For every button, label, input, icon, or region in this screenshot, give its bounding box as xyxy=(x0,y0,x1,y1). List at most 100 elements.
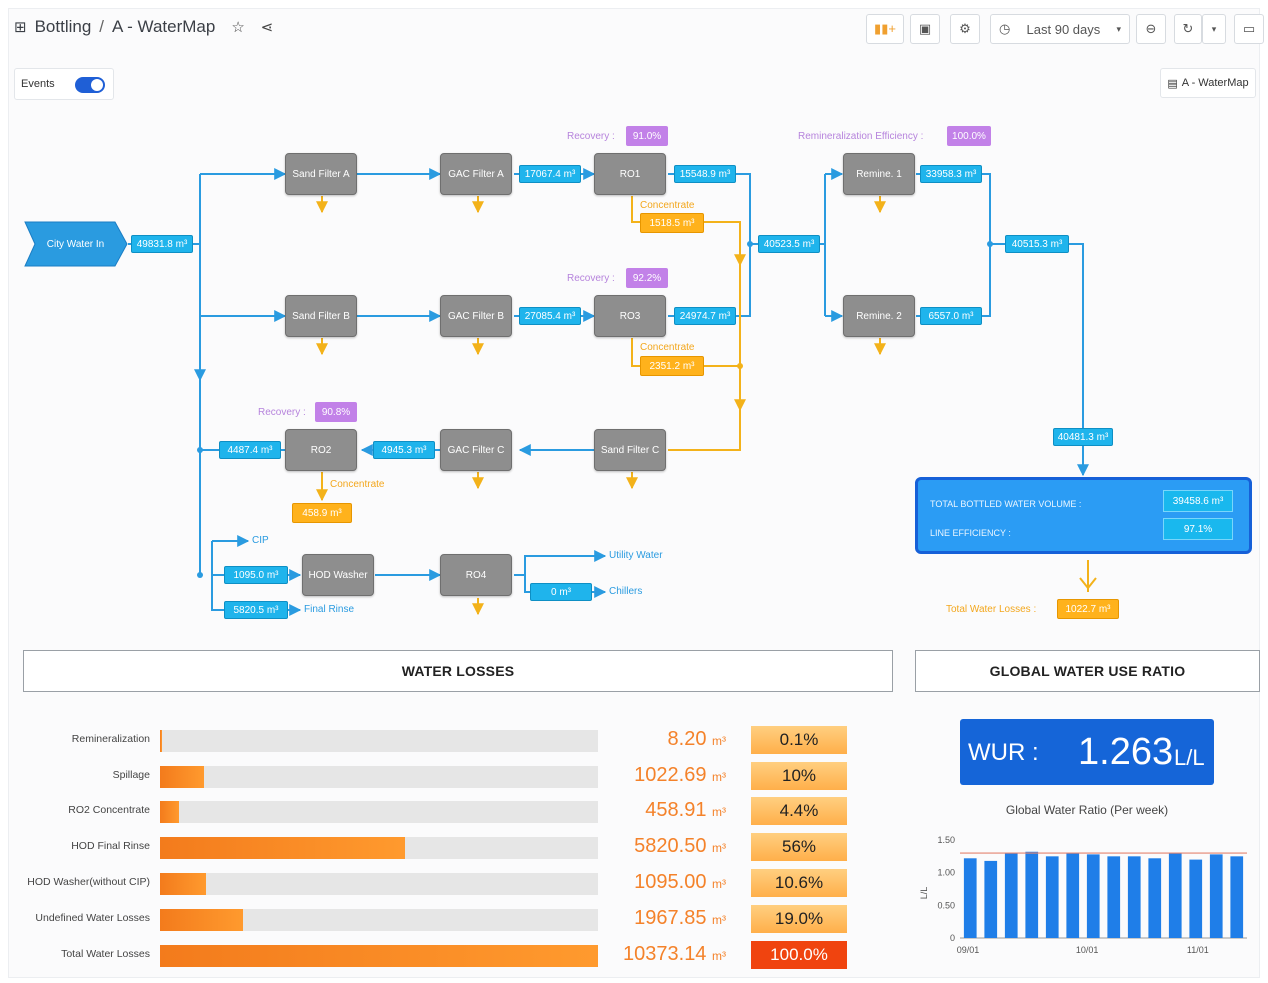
city-water-value: 49831.8 m³ xyxy=(131,235,193,253)
ratio-bar xyxy=(963,858,977,938)
ratio-bar xyxy=(1209,854,1223,938)
loss-percent: 100.0% xyxy=(751,941,847,969)
loss-label: HOD Final Rinse xyxy=(71,840,150,852)
loss-bar-fill xyxy=(160,801,180,823)
remin2-out-value: 6557.0 m³ xyxy=(920,307,982,325)
sand-filter-c[interactable]: Sand Filter C xyxy=(594,429,666,471)
hod-washer[interactable]: HOD Washer xyxy=(302,554,374,596)
y-tick-label: 1.50 xyxy=(937,835,955,845)
loss-bar-track xyxy=(160,873,598,895)
remineralizer-2[interactable]: Remine. 2 xyxy=(843,295,915,337)
ro1-unit[interactable]: RO1 xyxy=(594,153,666,195)
wur-label: WUR : xyxy=(968,739,1039,766)
city-water-in[interactable]: City Water In xyxy=(23,220,128,268)
remin1-out-value: 33958.3 m³ xyxy=(920,165,982,183)
city-water-label: City Water In xyxy=(46,238,105,250)
loss-bar-fill xyxy=(160,945,598,967)
cip-label: CIP xyxy=(252,535,269,546)
loss-label: Spillage xyxy=(112,769,150,781)
loss-bar-fill xyxy=(160,766,204,788)
remin-merge-value: 40515.3 m³ xyxy=(1005,235,1069,253)
ro2-out-value: 4487.4 m³ xyxy=(219,441,281,459)
y-tick-label: 1.00 xyxy=(937,868,955,878)
concentrate-label-mid: Concentrate xyxy=(640,342,695,353)
loss-percent: 19.0% xyxy=(751,905,847,933)
wur-value: 1.263 xyxy=(1078,731,1174,773)
loss-bar-track xyxy=(160,945,598,967)
loss-percent: 4.4% xyxy=(751,797,847,825)
remin-efficiency-value: 100.0% xyxy=(947,126,991,146)
x-tick-label: 09/01 xyxy=(957,945,980,955)
ro4-unit[interactable]: RO4 xyxy=(440,554,512,596)
loss-bar-track xyxy=(160,766,598,788)
loss-row: RO2 Concentrate 458.91 m³ 4.4% xyxy=(20,797,860,825)
recovery-top-value: 91.0% xyxy=(626,126,668,146)
line-efficiency-value: 97.1% xyxy=(1163,518,1233,540)
loss-bar-fill xyxy=(160,909,244,931)
y-tick-label: 0.50 xyxy=(937,900,955,910)
recovery-mid-value: 92.2% xyxy=(626,268,668,288)
loss-percent: 10% xyxy=(751,762,847,790)
loss-value: 8.20 m³ xyxy=(667,728,726,750)
final-rinse-value: 5820.5 m³ xyxy=(224,601,288,619)
ratio-bar xyxy=(1004,853,1018,938)
remineralizer-1[interactable]: Remine. 1 xyxy=(843,153,915,195)
ratio-bar xyxy=(1107,856,1121,938)
loss-row: Total Water Losses 10373.14 m³ 100.0% xyxy=(20,941,860,969)
concentrate-top-value: 1518.5 m³ xyxy=(640,213,704,233)
loss-row: HOD Washer(without CIP) 1095.00 m³ 10.6% xyxy=(20,869,860,897)
gac-filter-b[interactable]: GAC Filter B xyxy=(440,295,512,337)
loss-label: Remineralization xyxy=(71,733,150,745)
loss-percent: 56% xyxy=(751,833,847,861)
loss-value: 5820.50 m³ xyxy=(634,835,726,857)
total-loss-label: Total Water Losses : xyxy=(946,604,1037,615)
global-ratio-title: GLOBAL WATER USE RATIO xyxy=(915,650,1260,692)
gac-filter-a[interactable]: GAC Filter A xyxy=(440,153,512,195)
water-losses-title: WATER LOSSES xyxy=(23,650,893,692)
y-axis-label: L/L xyxy=(919,887,929,900)
ratio-bar xyxy=(1148,858,1162,938)
recovery-label-mid: Recovery : xyxy=(567,273,615,284)
loss-value: 1095.00 m³ xyxy=(634,871,726,893)
loss-percent: 0.1% xyxy=(751,726,847,754)
merge-out-value: 40523.5 m³ xyxy=(758,235,820,253)
ro1-out-value: 15548.9 m³ xyxy=(674,165,736,183)
final-rinse-label: Final Rinse xyxy=(304,604,355,615)
ro2-unit[interactable]: RO2 xyxy=(285,429,357,471)
loss-label: Undefined Water Losses xyxy=(35,912,150,924)
hod-in-value: 1095.0 m³ xyxy=(224,566,288,584)
ratio-chart: 0 0.50 1.00 1.50 L/L 09/01 10/01 11/01 xyxy=(919,835,1247,955)
line-efficiency-label: LINE EFFICIENCY : xyxy=(930,528,1011,538)
loss-bar-fill xyxy=(160,837,406,859)
ro2-in-value: 4945.3 m³ xyxy=(373,441,435,459)
total-loss-value: 1022.7 m³ xyxy=(1057,599,1119,619)
concentrate-label-ro2: Concentrate xyxy=(330,479,385,490)
gac-filter-c[interactable]: GAC Filter C xyxy=(440,429,512,471)
ratio-bar xyxy=(1127,856,1141,938)
bottling-summary-panel: TOTAL BOTTLED WATER VOLUME : 39458.6 m³ … xyxy=(915,477,1252,554)
sand-filter-b[interactable]: Sand Filter B xyxy=(285,295,357,337)
loss-bar-fill xyxy=(160,873,207,895)
ratio-bar xyxy=(984,860,998,938)
sand-filter-a[interactable]: Sand Filter A xyxy=(285,153,357,195)
loss-percent: 10.6% xyxy=(751,869,847,897)
remin-efficiency-label: Remineralization Efficiency : xyxy=(798,131,924,142)
loss-value: 1967.85 m³ xyxy=(634,907,726,929)
loss-value: 10373.14 m³ xyxy=(623,943,726,965)
chillers-value: 0 m³ xyxy=(530,583,592,601)
ratio-bar xyxy=(1045,856,1059,938)
x-tick-label: 10/01 xyxy=(1076,945,1099,955)
recovery-label-top: Recovery : xyxy=(567,131,615,142)
water-map-diagram: City Water In 49831.8 m³ Sand Filter A S… xyxy=(0,0,1268,640)
utility-water-label: Utility Water xyxy=(609,550,663,561)
recovery-ro2-value: 90.8% xyxy=(315,402,357,422)
ratio-bar xyxy=(1025,851,1039,938)
gac-a-out-value: 17067.4 m³ xyxy=(519,165,581,183)
ratio-bar xyxy=(1168,853,1182,938)
ratio-bar xyxy=(1230,856,1244,938)
ro3-out-value: 24974.7 m³ xyxy=(674,307,736,325)
ro3-unit[interactable]: RO3 xyxy=(594,295,666,337)
ratio-bar xyxy=(1086,854,1100,938)
loss-label: HOD Washer(without CIP) xyxy=(27,876,150,888)
loss-row: Spillage 1022.69 m³ 10% xyxy=(20,762,860,790)
